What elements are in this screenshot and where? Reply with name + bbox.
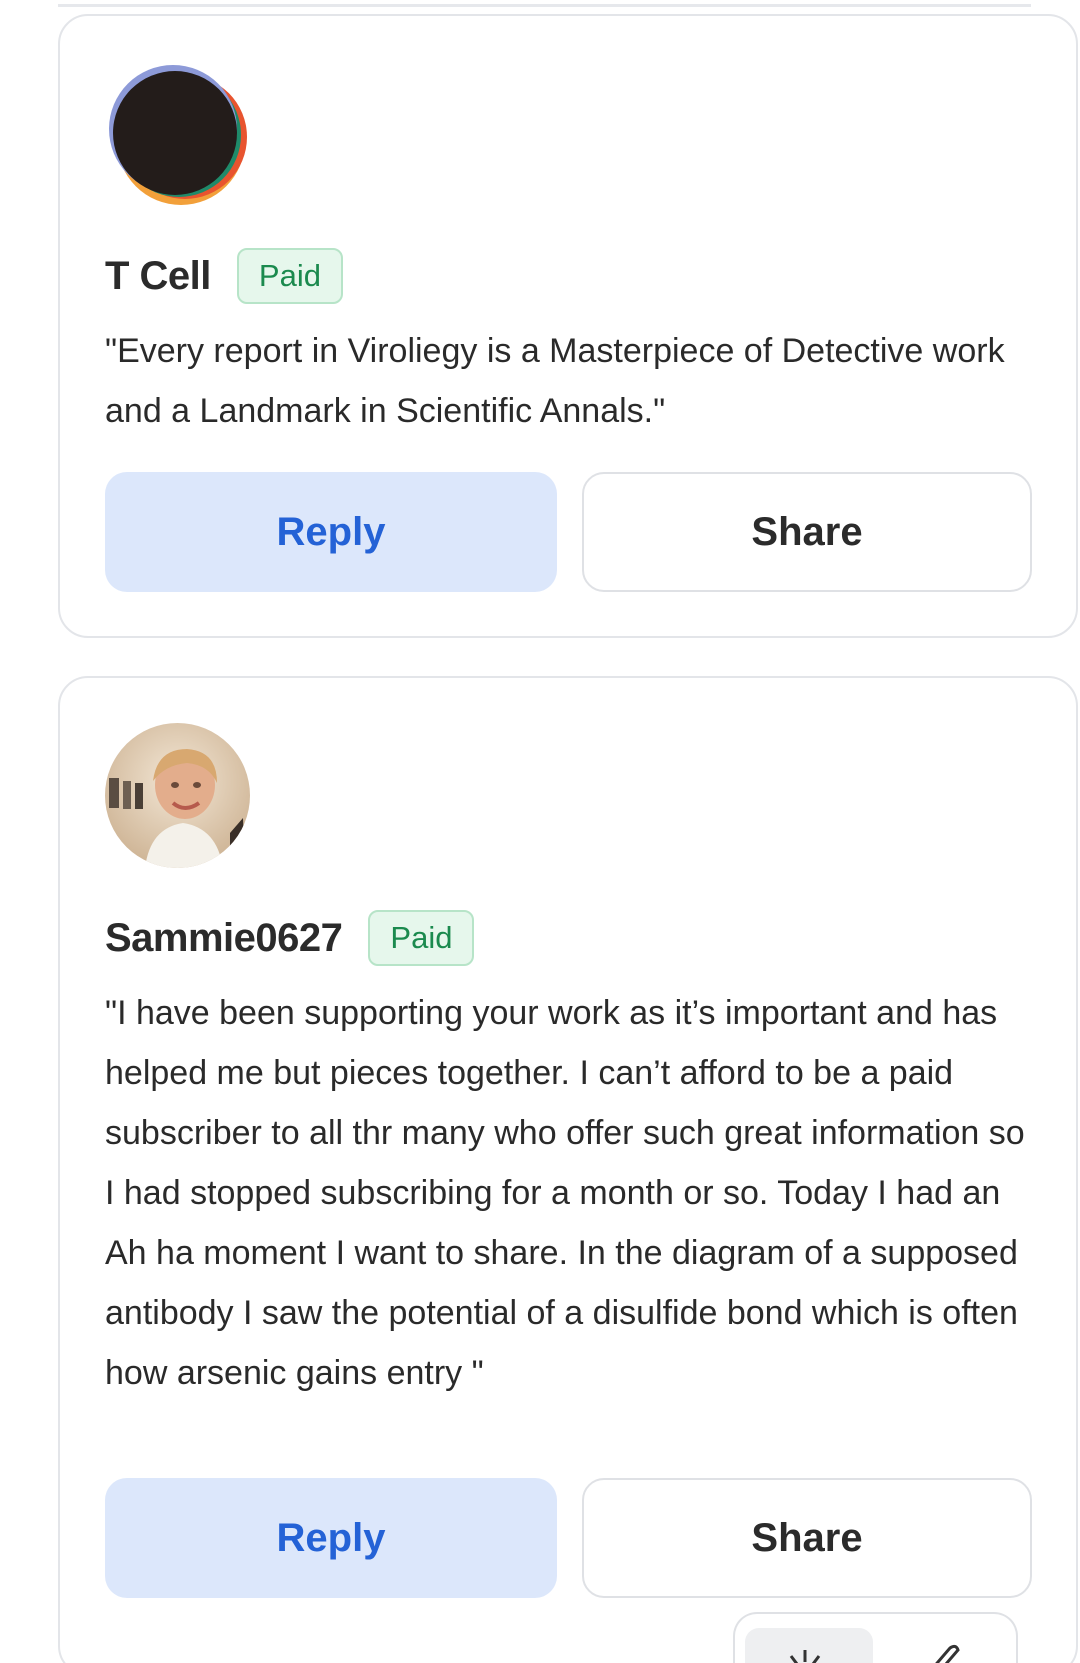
author-row: T Cell Paid bbox=[105, 244, 343, 308]
comment-card: Sammie0627 Paid "I have been supporting … bbox=[58, 676, 1078, 1663]
reply-button[interactable]: Reply bbox=[105, 472, 557, 592]
author-name[interactable]: T Cell bbox=[105, 254, 211, 299]
pencil-icon[interactable] bbox=[920, 1642, 960, 1663]
avatar[interactable] bbox=[105, 723, 250, 868]
share-button[interactable]: Share bbox=[582, 1478, 1032, 1598]
share-button[interactable]: Share bbox=[582, 472, 1032, 592]
sparkle-icon[interactable] bbox=[787, 1650, 823, 1663]
comment-text: "I have been supporting your work as it’… bbox=[105, 994, 1025, 1392]
paid-badge: Paid bbox=[368, 910, 475, 966]
avatar[interactable] bbox=[105, 61, 250, 206]
floating-action-bar bbox=[733, 1612, 1018, 1663]
author-row: Sammie0627 Paid bbox=[105, 906, 475, 970]
author-name[interactable]: Sammie0627 bbox=[105, 916, 343, 961]
comments-page: T Cell Paid "Every report in Viroliegy i… bbox=[0, 0, 1080, 1663]
divider bbox=[58, 4, 1031, 7]
comment-text: "Every report in Viroliegy is a Masterpi… bbox=[105, 332, 1005, 430]
reply-button[interactable]: Reply bbox=[105, 1478, 557, 1598]
user-photo-avatar-icon bbox=[105, 723, 250, 868]
abstract-logo-avatar-icon bbox=[105, 61, 249, 205]
comment-card: T Cell Paid "Every report in Viroliegy i… bbox=[58, 14, 1078, 638]
paid-badge: Paid bbox=[236, 248, 343, 304]
